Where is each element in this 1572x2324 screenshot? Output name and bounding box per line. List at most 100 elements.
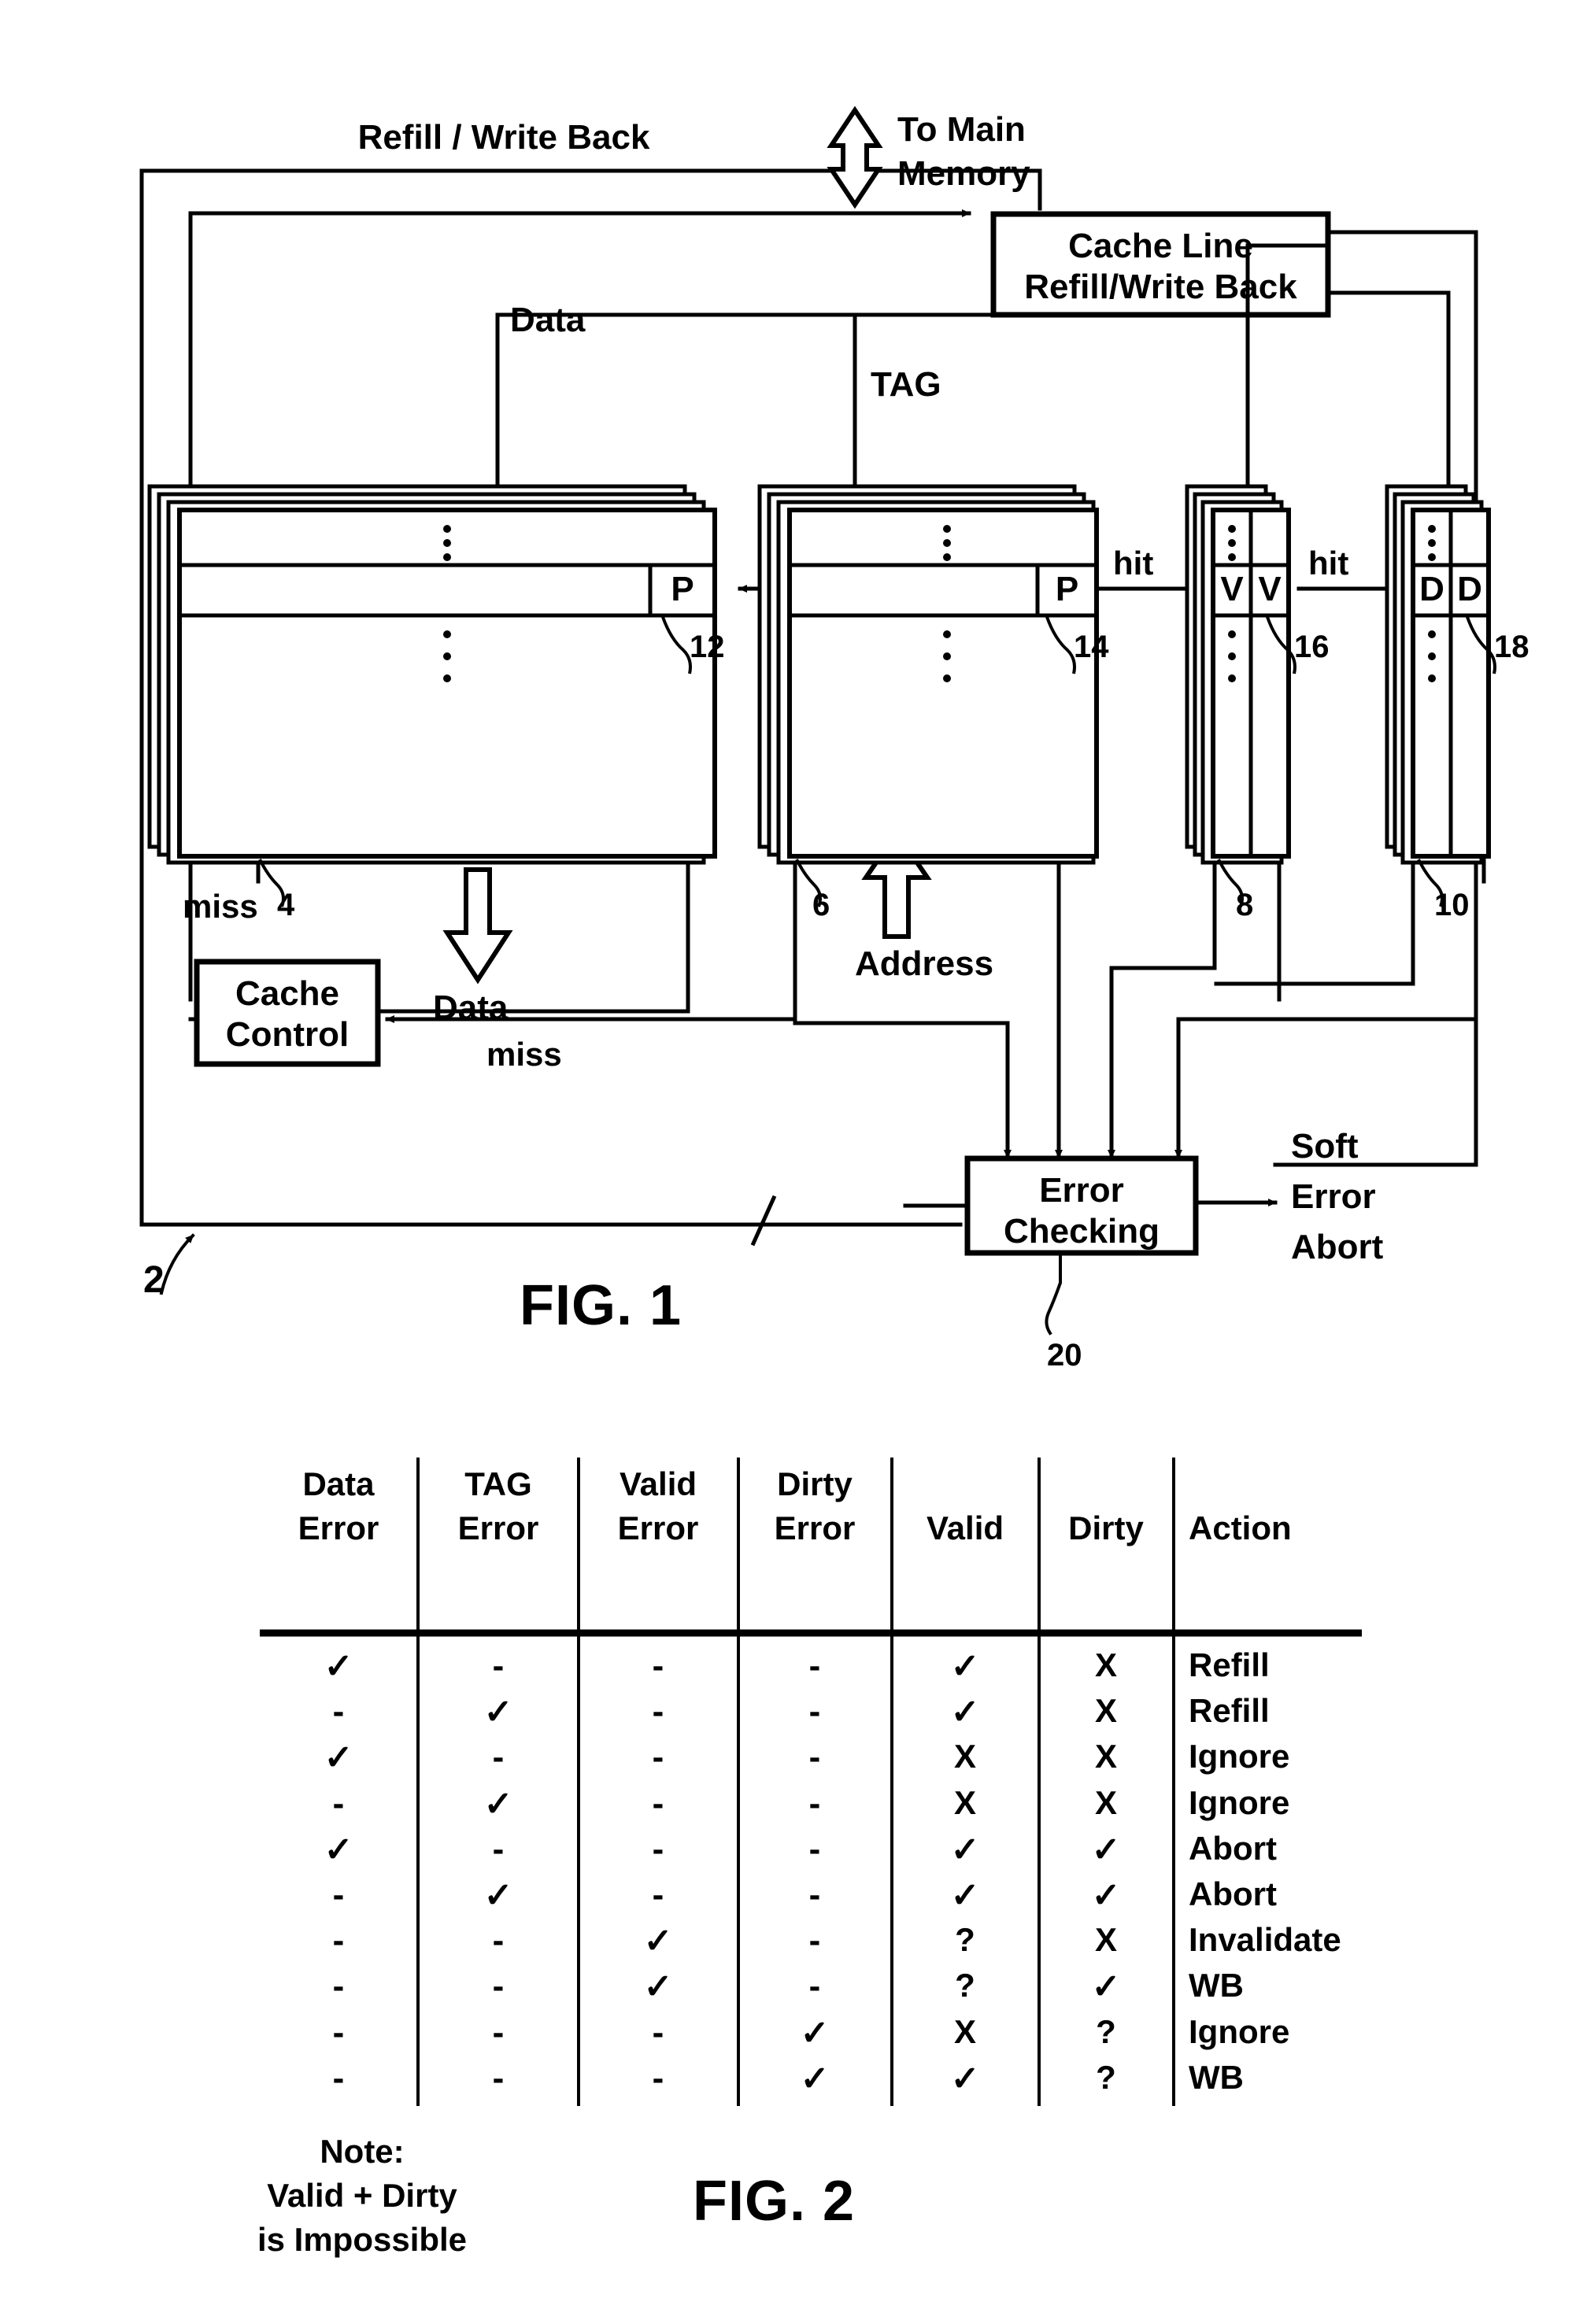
table-cell: - xyxy=(332,2012,345,2052)
table-cell: ✓ xyxy=(643,1967,673,2007)
cache-control-line1: Cache xyxy=(235,974,340,1013)
table-cell: - xyxy=(652,1646,664,1685)
table-cell: ✓ xyxy=(1091,1876,1121,1915)
table-cell: - xyxy=(808,1829,821,1868)
table-cell: - xyxy=(808,1921,821,1960)
miss-left-label: miss xyxy=(183,888,258,925)
table-cell: X xyxy=(953,1783,976,1821)
dirty-cell-a: D xyxy=(1419,570,1444,608)
cache-line-refill-line1: Cache Line xyxy=(1068,227,1253,265)
dirty-array-stack xyxy=(1385,484,1496,907)
soft-label: Soft xyxy=(1291,1127,1359,1166)
table-header-cell: Error xyxy=(774,1509,856,1546)
error-checking-line2: Checking xyxy=(1003,1212,1160,1251)
table-cell: - xyxy=(332,1967,345,2006)
figure2-caption: FIG. 2 xyxy=(693,2170,856,2233)
tag-parity-cell: P xyxy=(1055,570,1079,608)
error-checking-line1: Error xyxy=(1039,1171,1124,1210)
table-cell: Abort xyxy=(1189,1875,1277,1912)
table-cell: - xyxy=(492,1829,505,1868)
table-header-cell: Data xyxy=(302,1465,375,1502)
error-out-label: Error xyxy=(1291,1177,1376,1216)
table-cell: ✓ xyxy=(950,1693,980,1732)
table-cell: ✓ xyxy=(950,1647,980,1686)
table-cell: X xyxy=(1094,1921,1117,1959)
table-cell: ✓ xyxy=(1091,1830,1121,1869)
ref-8-label: 8 xyxy=(1236,888,1254,922)
ref-12-label: 12 xyxy=(690,630,725,664)
table-cell: Ignore xyxy=(1189,1783,1290,1821)
figure1-caption: FIG. 1 xyxy=(520,1274,682,1337)
table-cell: Abort xyxy=(1189,1829,1277,1867)
table-cell: ? xyxy=(955,1921,975,1959)
table-header-cell: Valid xyxy=(619,1465,697,1502)
table-cell: - xyxy=(332,1875,345,1914)
table-cell: - xyxy=(652,1829,664,1868)
table-header-cell: Error xyxy=(457,1509,539,1546)
ref-10-label: 10 xyxy=(1434,888,1470,922)
ref-6-label: 6 xyxy=(812,888,830,922)
ref-18-label: 18 xyxy=(1494,630,1529,664)
data-in-label: Data xyxy=(510,301,586,339)
table-cell: ✓ xyxy=(324,1830,353,1869)
table-cell: ✓ xyxy=(800,2013,830,2052)
table-cell: - xyxy=(652,1875,664,1914)
valid-cell-b: V xyxy=(1258,570,1282,608)
table-cell: Ignore xyxy=(1189,2012,1290,2050)
table-cell: - xyxy=(652,2012,664,2052)
hit-label-2: hit xyxy=(1308,545,1349,582)
refill-write-back-label: Refill / Write Back xyxy=(357,118,650,157)
table-header-cell: Dirty xyxy=(1068,1509,1144,1546)
table-cell: - xyxy=(492,1967,505,2006)
table-cell: - xyxy=(808,1738,821,1777)
table-cell: X xyxy=(953,1738,976,1775)
table-cell: ? xyxy=(1096,2012,1116,2050)
note-line3: is Impossible xyxy=(257,2221,468,2258)
data-array-stack xyxy=(147,484,717,907)
table-header-cell: Error xyxy=(617,1509,699,1546)
cache-line-refill-line2: Refill/Write Back xyxy=(1024,268,1297,306)
table-cell: - xyxy=(652,1783,664,1823)
to-main-memory-line2: Memory xyxy=(897,154,1030,193)
table-cell: ? xyxy=(955,1967,975,2004)
table-cell: - xyxy=(652,1692,664,1731)
table-cell: - xyxy=(332,1783,345,1823)
table-cell: - xyxy=(492,2012,505,2052)
table-cell: ✓ xyxy=(483,1784,513,1823)
valid-cell-a: V xyxy=(1220,570,1244,608)
ref-2-label: 2 xyxy=(143,1259,165,1301)
table-cell: ✓ xyxy=(950,1876,980,1915)
table-cell: ✓ xyxy=(950,2059,980,2098)
table-cell: - xyxy=(652,1738,664,1777)
table-cell: - xyxy=(492,1646,505,1685)
table-cell: - xyxy=(808,1967,821,2006)
table-cell: Refill xyxy=(1189,1692,1270,1730)
cache-control-line2: Control xyxy=(225,1015,350,1054)
ref-4-label: 4 xyxy=(277,888,295,922)
ref-20-label: 20 xyxy=(1047,1338,1082,1373)
table-cell: ✓ xyxy=(800,2059,830,2098)
table-cell: Ignore xyxy=(1189,1738,1290,1775)
table-cell: ✓ xyxy=(324,1647,353,1686)
table-cell: ✓ xyxy=(643,1922,673,1961)
table-cell: ✓ xyxy=(324,1738,353,1778)
table-cell: - xyxy=(808,1692,821,1731)
data-parity-cell: P xyxy=(671,570,694,608)
table-header-cell: TAG xyxy=(464,1465,532,1502)
table-cell: X xyxy=(1094,1646,1117,1683)
table-cell: X xyxy=(1094,1692,1117,1730)
table-cell: - xyxy=(652,2058,664,2097)
table-cell: ✓ xyxy=(483,1876,513,1915)
ref-14-label: 14 xyxy=(1074,630,1109,664)
table-cell: - xyxy=(492,2058,505,2097)
table-cell: ✓ xyxy=(950,1830,980,1869)
data-out-label: Data xyxy=(433,988,509,1027)
tag-array-stack xyxy=(757,484,1099,907)
dirty-cell-b: D xyxy=(1457,570,1482,608)
table-header-cell: Action xyxy=(1189,1509,1292,1546)
tag-in-label: TAG xyxy=(871,365,941,404)
table-cell: - xyxy=(492,1921,505,1960)
table-cell: - xyxy=(332,1692,345,1731)
valid-array-stack xyxy=(1185,484,1296,907)
table-cell: - xyxy=(332,2058,345,2097)
